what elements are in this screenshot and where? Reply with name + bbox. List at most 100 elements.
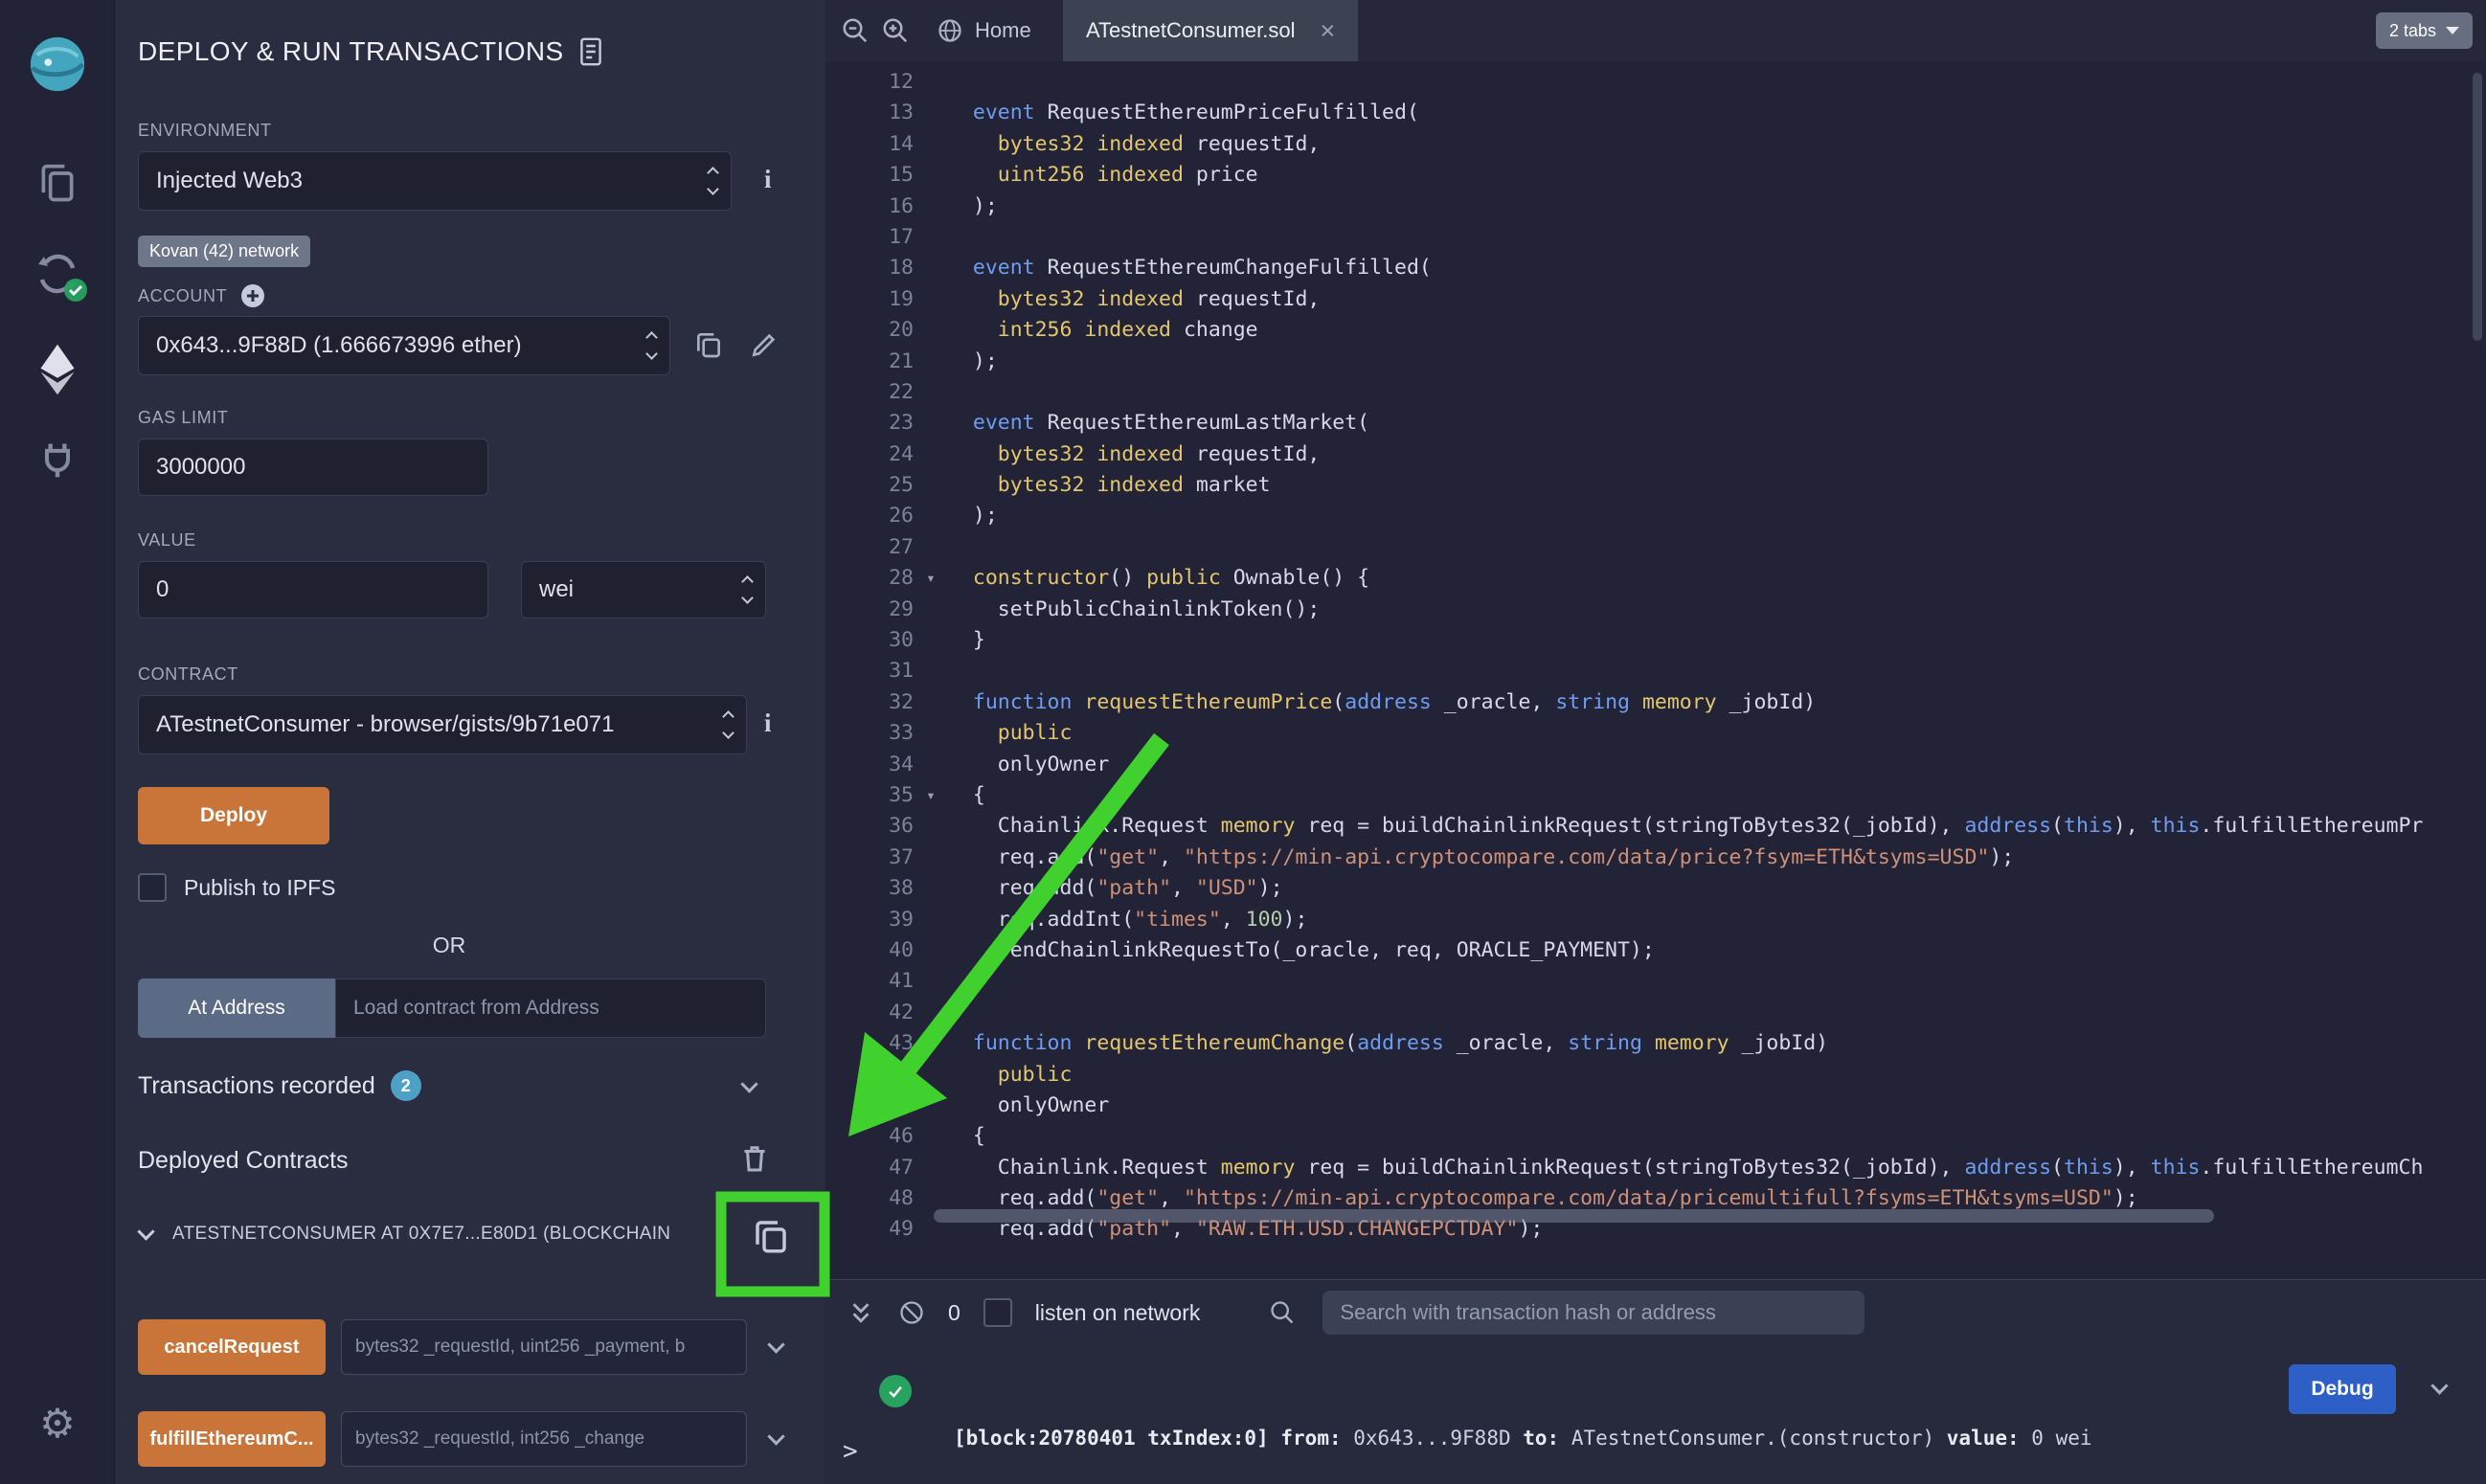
chevron-down-icon[interactable] <box>767 1428 784 1445</box>
at-address-button[interactable]: At Address <box>138 978 335 1038</box>
tab-home[interactable]: Home <box>921 0 1047 61</box>
transactions-chevron-down-icon[interactable] <box>740 1075 757 1092</box>
zoom-in-icon[interactable] <box>881 16 910 45</box>
debug-button[interactable]: Debug <box>2289 1364 2396 1414</box>
panel-doc-icon[interactable] <box>579 37 602 66</box>
gas-limit-input[interactable] <box>138 438 488 496</box>
code-token <box>948 163 998 187</box>
copy-account-icon[interactable] <box>693 329 724 360</box>
plugin-manager-icon[interactable] <box>0 438 115 481</box>
code-text: event RequestEthereumLastMarket( <box>948 408 1369 438</box>
code-line: 36 Chainlink.Request memory req = buildC… <box>825 811 2486 842</box>
at-address-input[interactable] <box>335 978 766 1038</box>
line-number: 12 <box>825 67 914 98</box>
close-tab-icon[interactable]: × <box>1320 18 1335 44</box>
settings-icon[interactable]: ⚙ <box>0 1404 115 1444</box>
code-token: "times" <box>1134 908 1221 932</box>
line-number: 40 <box>825 935 914 966</box>
line-number: 32 <box>825 687 914 718</box>
contract-expand-chevron-icon[interactable] <box>137 1223 154 1240</box>
code-text: onlyOwner <box>948 1091 1109 1121</box>
line-number: 20 <box>825 315 914 346</box>
tab-active-file[interactable]: ATestnetConsumer.sol × <box>1063 0 1358 61</box>
deployed-contracts-label: Deployed Contracts <box>138 1147 349 1175</box>
editor-vertical-scrollbar[interactable] <box>2473 73 2482 341</box>
account-select[interactable]: 0x643...9F88D (1.666673996 ether) <box>138 316 670 375</box>
deployed-contract-item[interactable]: ATESTNETCONSUMER AT 0X7E7...E80D1 (BLOCK… <box>138 1214 808 1260</box>
code-token: "https://min-api.cryptocompare.com/data/… <box>1184 1186 2113 1210</box>
line-number: 17 <box>825 222 914 253</box>
function-button-fulfillEthereumC[interactable]: fulfillEthereumC... <box>138 1411 326 1467</box>
fold-spacer <box>914 532 948 563</box>
transactions-recorded-label: Transactions recorded <box>138 1072 375 1100</box>
code-text: } <box>948 625 985 656</box>
fold-marker-icon[interactable]: ▾ <box>914 780 948 811</box>
code-token: _oracle, <box>1444 1031 1568 1055</box>
code-token: .fulfillEthereumCh <box>2200 1156 2423 1180</box>
contract-info-icon[interactable]: i <box>764 708 772 738</box>
pending-count: 0 <box>948 1300 960 1326</box>
code-token: sendChainlinkRequestTo(_oracle, req, ORA… <box>948 938 1655 962</box>
trash-icon[interactable] <box>737 1141 772 1176</box>
code-text: { <box>948 1121 985 1152</box>
contract-select[interactable]: ATestnetConsumer - browser/gists/9b71e07… <box>138 695 747 754</box>
tabs-dropdown[interactable]: 2 tabs <box>2376 12 2473 49</box>
transactions-recorded-row[interactable]: Transactions recorded 2 <box>138 1070 421 1101</box>
expand-terminal-icon[interactable] <box>847 1298 875 1327</box>
solidity-compiler-icon[interactable] <box>0 251 115 297</box>
contract-function-row: cancelRequest <box>138 1319 802 1375</box>
function-params-input[interactable] <box>341 1411 747 1467</box>
fold-spacer <box>914 656 948 686</box>
code-token: function <box>973 690 1073 714</box>
fold-marker-icon[interactable]: ▾ <box>914 563 948 594</box>
value-unit-select[interactable]: wei <box>521 561 766 618</box>
environment-info-icon[interactable]: i <box>764 165 772 194</box>
fold-spacer <box>914 873 948 904</box>
code-token <box>948 690 973 714</box>
code-token: Chainlink.Request <box>948 814 1221 838</box>
gear-icon: ⚙ <box>39 1404 76 1444</box>
log-expand-chevron-icon[interactable] <box>2430 1377 2448 1394</box>
editor-horizontal-scrollbar[interactable] <box>934 1209 2214 1223</box>
code-text: bytes32 indexed requestId, <box>948 439 1320 470</box>
code-text: bytes32 indexed requestId, <box>948 284 1320 315</box>
chevron-down-icon[interactable] <box>767 1336 784 1353</box>
code-token: address <box>1345 690 1432 714</box>
code-text: int256 indexed change <box>948 315 1258 346</box>
active-tab-label: ATestnetConsumer.sol <box>1086 18 1295 43</box>
remix-logo[interactable] <box>0 34 115 94</box>
deploy-run-icon[interactable] <box>0 343 115 396</box>
code-token <box>948 411 973 435</box>
code-text: Chainlink.Request memory req = buildChai… <box>948 1153 2423 1183</box>
terminal-search-input[interactable] <box>1322 1291 1864 1335</box>
line-number: 18 <box>825 253 914 283</box>
value-input[interactable] <box>138 561 488 618</box>
code-token: address <box>1357 1031 1444 1055</box>
code-line: 39 req.addInt("times", 100); <box>825 905 2486 935</box>
line-number: 23 <box>825 408 914 438</box>
code-editor[interactable]: 1213 event RequestEthereumPriceFulfilled… <box>825 61 2486 1279</box>
function-button-cancelRequest[interactable]: cancelRequest <box>138 1319 326 1375</box>
code-token: event <box>973 411 1035 435</box>
code-token: bytes32 indexed <box>998 442 1184 466</box>
clear-console-icon[interactable] <box>898 1299 925 1326</box>
transaction-log[interactable]: [block:20780401 txIndex:0] from: 0x643..… <box>954 1357 2092 1484</box>
terminal-toolbar: 0 listen on network <box>825 1286 2486 1339</box>
zoom-out-icon[interactable] <box>841 16 870 45</box>
fold-spacer <box>914 129 948 160</box>
edit-account-icon[interactable] <box>749 329 780 360</box>
code-token <box>948 287 998 311</box>
fold-spacer <box>914 1091 948 1121</box>
function-params-input[interactable] <box>341 1319 747 1375</box>
file-explorer-icon[interactable] <box>0 161 115 207</box>
listen-network-checkbox[interactable] <box>983 1298 1012 1327</box>
line-number: 28 <box>825 563 914 594</box>
publish-ipfs-checkbox[interactable] <box>138 873 167 902</box>
add-account-icon[interactable] <box>240 283 265 308</box>
page-title: DEPLOY & RUN TRANSACTIONS <box>138 36 564 67</box>
deploy-button[interactable]: Deploy <box>138 787 329 844</box>
environment-select[interactable]: Injected Web3 <box>138 151 732 211</box>
copy-contract-address-icon[interactable] <box>751 1216 791 1256</box>
terminal-prompt[interactable]: > <box>843 1437 858 1466</box>
code-text: event RequestEthereumChangeFulfilled( <box>948 253 1432 283</box>
